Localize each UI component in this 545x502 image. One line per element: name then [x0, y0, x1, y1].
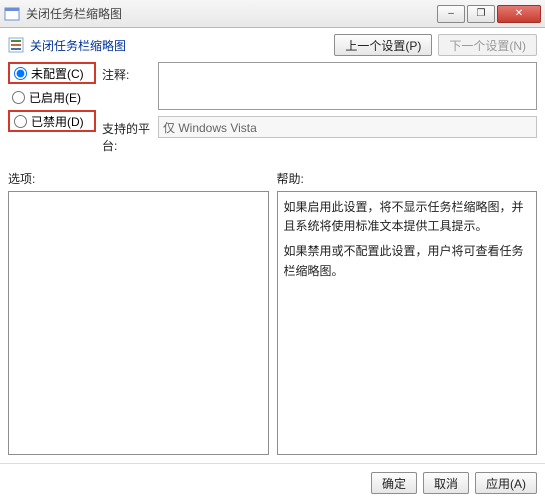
apply-button[interactable]: 应用(A)	[475, 472, 537, 494]
platform-value: 仅 Windows Vista	[158, 116, 537, 138]
config-area: 未配置(C) 已启用(E) 已禁用(D) 注释: 支持的平台: 仅 Window…	[8, 62, 537, 160]
restore-button[interactable]: ❐	[467, 5, 495, 23]
help-panel: 如果启用此设置，将不显示任务栏缩略图，并且系统将使用标准文本提供工具提示。 如果…	[277, 191, 538, 455]
close-button[interactable]: ✕	[497, 5, 541, 23]
policy-title: 关闭任务栏缩略图	[30, 37, 334, 54]
titlebar: 关闭任务栏缩略图 – ❐ ✕	[0, 0, 545, 28]
header-row: 关闭任务栏缩略图 上一个设置(P) 下一个设置(N)	[8, 34, 537, 56]
window-buttons: – ❐ ✕	[435, 5, 541, 23]
platform-label: 支持的平台:	[102, 116, 158, 154]
window-icon	[4, 6, 20, 22]
radio-column: 未配置(C) 已启用(E) 已禁用(D)	[8, 62, 96, 160]
ok-button[interactable]: 确定	[371, 472, 417, 494]
section-labels: 选项: 帮助:	[8, 170, 537, 187]
help-label: 帮助:	[277, 170, 538, 187]
help-text-1: 如果启用此设置，将不显示任务栏缩略图，并且系统将使用标准文本提供工具提示。	[284, 198, 531, 236]
options-label: 选项:	[8, 170, 269, 187]
field-column: 注释: 支持的平台: 仅 Windows Vista	[102, 62, 537, 160]
comment-input[interactable]	[158, 62, 537, 110]
radio-disabled-input[interactable]	[14, 115, 27, 128]
content-area: 关闭任务栏缩略图 上一个设置(P) 下一个设置(N) 未配置(C) 已启用(E)…	[0, 28, 545, 463]
radio-enabled[interactable]: 已启用(E)	[8, 86, 96, 108]
platform-row: 支持的平台: 仅 Windows Vista	[102, 116, 537, 154]
minimize-button[interactable]: –	[437, 5, 465, 23]
panels: 如果启用此设置，将不显示任务栏缩略图，并且系统将使用标准文本提供工具提示。 如果…	[8, 191, 537, 455]
radio-enabled-input[interactable]	[12, 91, 25, 104]
radio-disabled-label: 已禁用(D)	[31, 113, 84, 130]
help-text-2: 如果禁用或不配置此设置，用户将可查看任务栏缩略图。	[284, 242, 531, 280]
radio-not-configured-label: 未配置(C)	[31, 65, 84, 82]
radio-disabled[interactable]: 已禁用(D)	[8, 110, 96, 132]
radio-enabled-label: 已启用(E)	[29, 89, 81, 106]
comment-label: 注释:	[102, 62, 158, 83]
nav-buttons: 上一个设置(P) 下一个设置(N)	[334, 34, 537, 56]
window-title: 关闭任务栏缩略图	[26, 5, 435, 22]
comment-row: 注释:	[102, 62, 537, 110]
options-panel	[8, 191, 269, 455]
cancel-button[interactable]: 取消	[423, 472, 469, 494]
prev-setting-button[interactable]: 上一个设置(P)	[334, 34, 432, 56]
footer: 确定 取消 应用(A)	[0, 463, 545, 502]
next-setting-button[interactable]: 下一个设置(N)	[438, 34, 537, 56]
policy-icon	[8, 37, 24, 53]
radio-not-configured[interactable]: 未配置(C)	[8, 62, 96, 84]
radio-not-configured-input[interactable]	[14, 67, 27, 80]
